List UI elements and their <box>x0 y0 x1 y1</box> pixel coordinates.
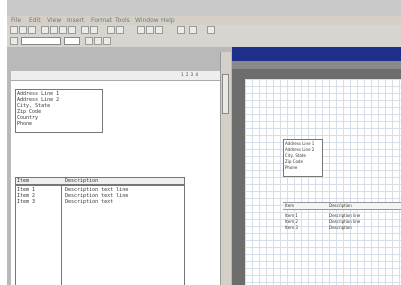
preview-address-line: Phone <box>285 165 298 170</box>
table-cell: Description text <box>65 199 114 205</box>
redo-icon[interactable] <box>90 26 98 34</box>
print-icon[interactable] <box>41 26 49 34</box>
ruler-text: 1 2 3 4 <box>181 72 198 77</box>
print-preview-pane: Address Line 1 Address Line 2 City, Stat… <box>232 47 401 285</box>
preview-title-bar <box>232 47 401 61</box>
text-icon[interactable] <box>85 37 93 45</box>
preview-cell: Description line <box>329 213 361 218</box>
italic-icon[interactable] <box>155 26 163 34</box>
menu-help[interactable]: Help <box>161 16 175 25</box>
menu-tools[interactable]: Tools <box>115 16 130 25</box>
preview-address-line: Zip Code <box>285 159 303 164</box>
address-line: Phone <box>17 121 33 127</box>
table-cell: Item 3 <box>17 199 36 205</box>
zoom-icon[interactable] <box>116 26 124 34</box>
paste-icon[interactable] <box>68 26 76 34</box>
box-icon[interactable] <box>94 37 102 45</box>
report-canvas[interactable]: Address Line 1 Address Line 2 City, Stat… <box>11 81 221 285</box>
vertical-scrollbar[interactable] <box>220 52 231 285</box>
menu-format[interactable]: Format <box>91 16 112 25</box>
line-icon[interactable] <box>103 37 111 45</box>
preview-header-item: Item <box>285 203 295 208</box>
column-divider <box>61 184 62 285</box>
undo-icon[interactable] <box>81 26 89 34</box>
properties-icon[interactable] <box>207 26 215 34</box>
cut-icon[interactable] <box>50 26 58 34</box>
align-icon[interactable] <box>177 26 185 34</box>
preview-cell: Item 1 <box>285 213 298 218</box>
save-icon[interactable] <box>28 26 36 34</box>
preview-cell: Item 3 <box>285 225 298 230</box>
menu-window[interactable]: Window <box>135 16 159 25</box>
menu-insert[interactable]: Insert <box>67 16 84 25</box>
grid-icon[interactable] <box>137 26 145 34</box>
preview-cell: Description line <box>329 219 361 224</box>
size-select[interactable] <box>64 37 80 45</box>
top-ruler: 1 2 3 4 <box>11 71 221 81</box>
pointer-icon[interactable] <box>10 37 18 45</box>
layout-icon[interactable] <box>189 26 197 34</box>
menu-file[interactable]: File <box>11 16 21 25</box>
preview-address-line: Address Line 1 <box>285 141 315 146</box>
copy-icon[interactable] <box>59 26 67 34</box>
new-icon[interactable] <box>10 26 18 34</box>
menu-view[interactable]: View <box>47 16 61 25</box>
preview-page[interactable]: Address Line 1 Address Line 2 City, Stat… <box>245 79 401 285</box>
preview-toolbar <box>232 61 401 69</box>
font-select[interactable] <box>21 37 61 45</box>
bold-icon[interactable] <box>146 26 154 34</box>
preview-cell: Item 2 <box>285 219 298 224</box>
open-icon[interactable] <box>19 26 27 34</box>
report-design-pane: 1 2 3 4 Address Line 1 Address Line 2 Ci… <box>7 47 232 285</box>
preview-address-line: Address Line 2 <box>285 147 315 152</box>
preview-cell: Description <box>329 225 352 230</box>
preview-address-line: City, State <box>285 153 306 158</box>
toolbar-format <box>7 36 401 47</box>
menu-edit[interactable]: Edit <box>29 16 41 25</box>
application-window: File Edit View Insert Format Tools Windo… <box>7 0 401 285</box>
find-icon[interactable] <box>107 26 115 34</box>
scroll-thumb[interactable] <box>222 74 229 114</box>
preview-header-description: Description <box>329 203 352 208</box>
toolbar-standard <box>7 25 401 36</box>
